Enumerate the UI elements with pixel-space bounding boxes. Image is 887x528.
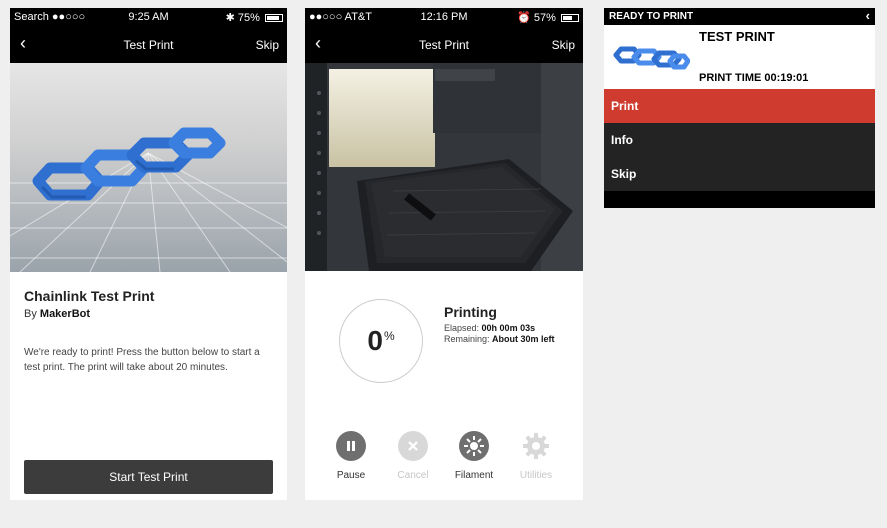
start-test-print-button[interactable]: Start Test Print — [24, 460, 273, 494]
progress-ring: 0 % — [339, 299, 423, 383]
nav-title: Test Print — [418, 38, 469, 52]
nav-bar: ‹ Test Print Skip — [10, 26, 287, 63]
status-time: 12:16 PM — [420, 11, 468, 23]
remaining-label: Remaining: — [444, 334, 490, 344]
print-status: Printing — [444, 304, 497, 320]
utilities-label: Utilities — [519, 470, 553, 481]
status-carrier: Search ●●○○○ — [14, 11, 86, 23]
close-icon — [398, 431, 428, 461]
print-author: By MakerBot — [24, 308, 90, 320]
printer-display-panel: READY TO PRINT ‹ TEST PRINT PRINT TIME 0… — [604, 8, 875, 208]
status-battery: ⏰ 57% — [517, 11, 579, 24]
test-print-intro-screen: Search ●●○○○ 9:25 AM ✱ 75% ‹ Test Print … — [10, 8, 287, 500]
gear-icon — [521, 431, 551, 461]
cancel-button[interactable]: Cancel — [385, 431, 441, 481]
utilities-button[interactable]: Utilities — [508, 431, 564, 481]
pause-label: Pause — [336, 470, 366, 481]
progress-value: 0 — [367, 325, 383, 356]
print-title: Chainlink Test Print — [24, 288, 155, 304]
panel-header: READY TO PRINT ‹ — [604, 8, 875, 25]
pause-icon — [336, 431, 366, 461]
print-name: TEST PRINT — [699, 29, 775, 44]
skip-button[interactable]: Skip — [256, 38, 279, 52]
progress-unit: % — [383, 329, 395, 343]
author-name: MakerBot — [39, 308, 91, 320]
battery-icon — [561, 14, 579, 23]
print-status-panel: 0 % Printing Elapsed: 00h 00m 03s Remain… — [305, 271, 583, 500]
nav-title: Test Print — [123, 38, 174, 52]
elapsed-time: Elapsed: 00h 00m 03s — [444, 323, 535, 333]
elapsed-value: 00h 00m 03s — [481, 323, 536, 333]
battery-icon — [265, 14, 283, 23]
remaining-value: About 30m left — [492, 334, 555, 344]
battery-percent: 57% — [533, 12, 556, 24]
elapsed-label: Elapsed: — [444, 323, 480, 333]
menu-item-info[interactable]: Info — [604, 123, 875, 157]
filament-button[interactable]: Filament — [446, 431, 502, 481]
cancel-label: Cancel — [397, 470, 429, 481]
print-description: We're ready to print! Press the button b… — [24, 347, 260, 373]
chainlink-thumbnail — [613, 46, 690, 70]
print-info-card: TEST PRINT PRINT TIME 00:19:01 — [604, 25, 875, 89]
printing-progress-screen: ●●○○○ AT&T 12:16 PM ⏰ 57% ‹ Test Print S… — [305, 8, 583, 500]
menu-item-skip[interactable]: Skip — [604, 157, 875, 191]
status-bar: ●●○○○ AT&T 12:16 PM ⏰ 57% — [305, 8, 583, 26]
filament-icon — [459, 431, 489, 461]
print-time: PRINT TIME 00:19:01 — [699, 72, 809, 84]
nav-bar: ‹ Test Print Skip — [305, 26, 583, 63]
status-time: 9:25 AM — [128, 11, 169, 23]
printer-camera-feed — [305, 63, 583, 271]
skip-button[interactable]: Skip — [552, 38, 575, 52]
panel-header-title: READY TO PRINT — [609, 11, 694, 22]
filament-label: Filament — [454, 470, 494, 481]
status-battery: ✱ 75% — [226, 11, 283, 24]
test-print-details: Chainlink Test Print By MakerBot We're r… — [10, 272, 287, 500]
remaining-time: Remaining: About 30m left — [444, 334, 555, 344]
menu-item-print[interactable]: Print — [604, 89, 875, 123]
pause-button[interactable]: Pause — [323, 431, 379, 481]
battery-percent: 75% — [237, 12, 260, 24]
status-carrier: ●●○○○ AT&T — [309, 11, 372, 23]
chainlink-preview-image — [10, 63, 287, 272]
back-chevron-icon[interactable]: ‹ — [866, 8, 870, 23]
author-prefix: By — [24, 308, 37, 320]
status-bar: Search ●●○○○ 9:25 AM ✱ 75% — [10, 8, 287, 26]
bluetooth-icon: ✱ — [225, 12, 235, 24]
alarm-icon: ⏰ — [517, 12, 531, 24]
